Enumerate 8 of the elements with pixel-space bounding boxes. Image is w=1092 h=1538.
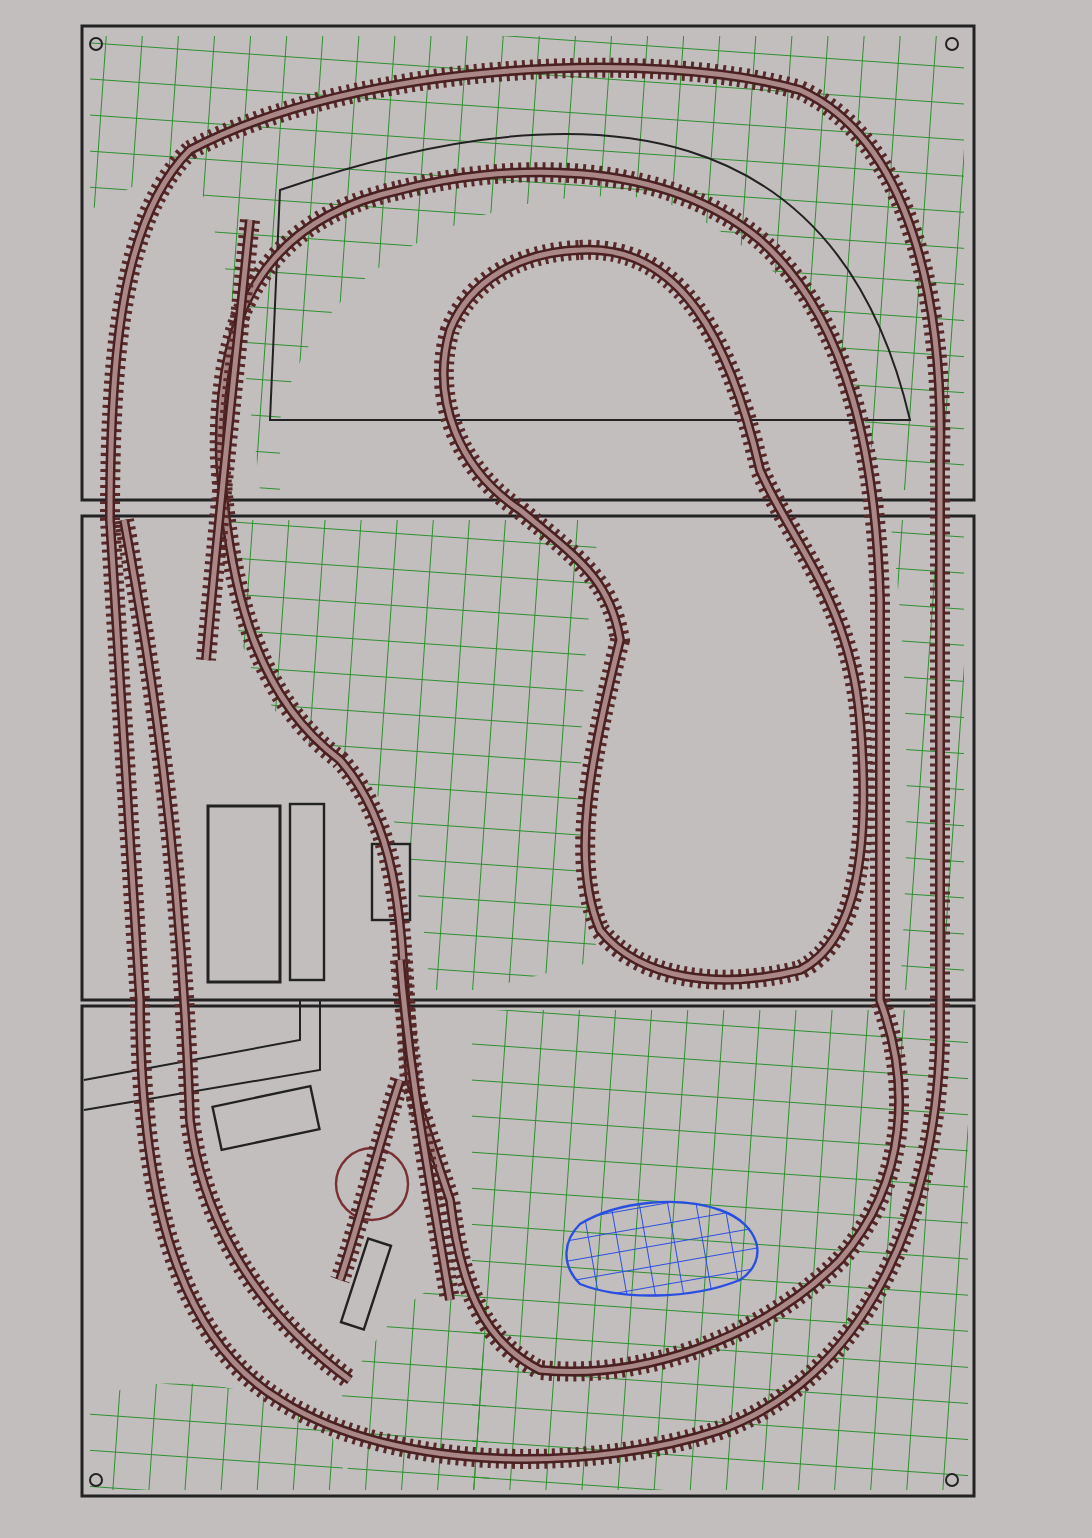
building: [339, 1236, 393, 1332]
corner-marker: [89, 37, 103, 51]
building: [211, 1084, 321, 1152]
corner-marker: [89, 1473, 103, 1487]
turntable: [334, 1146, 410, 1222]
corner-marker: [945, 1473, 959, 1487]
corner-marker: [945, 37, 959, 51]
building: [370, 842, 412, 922]
